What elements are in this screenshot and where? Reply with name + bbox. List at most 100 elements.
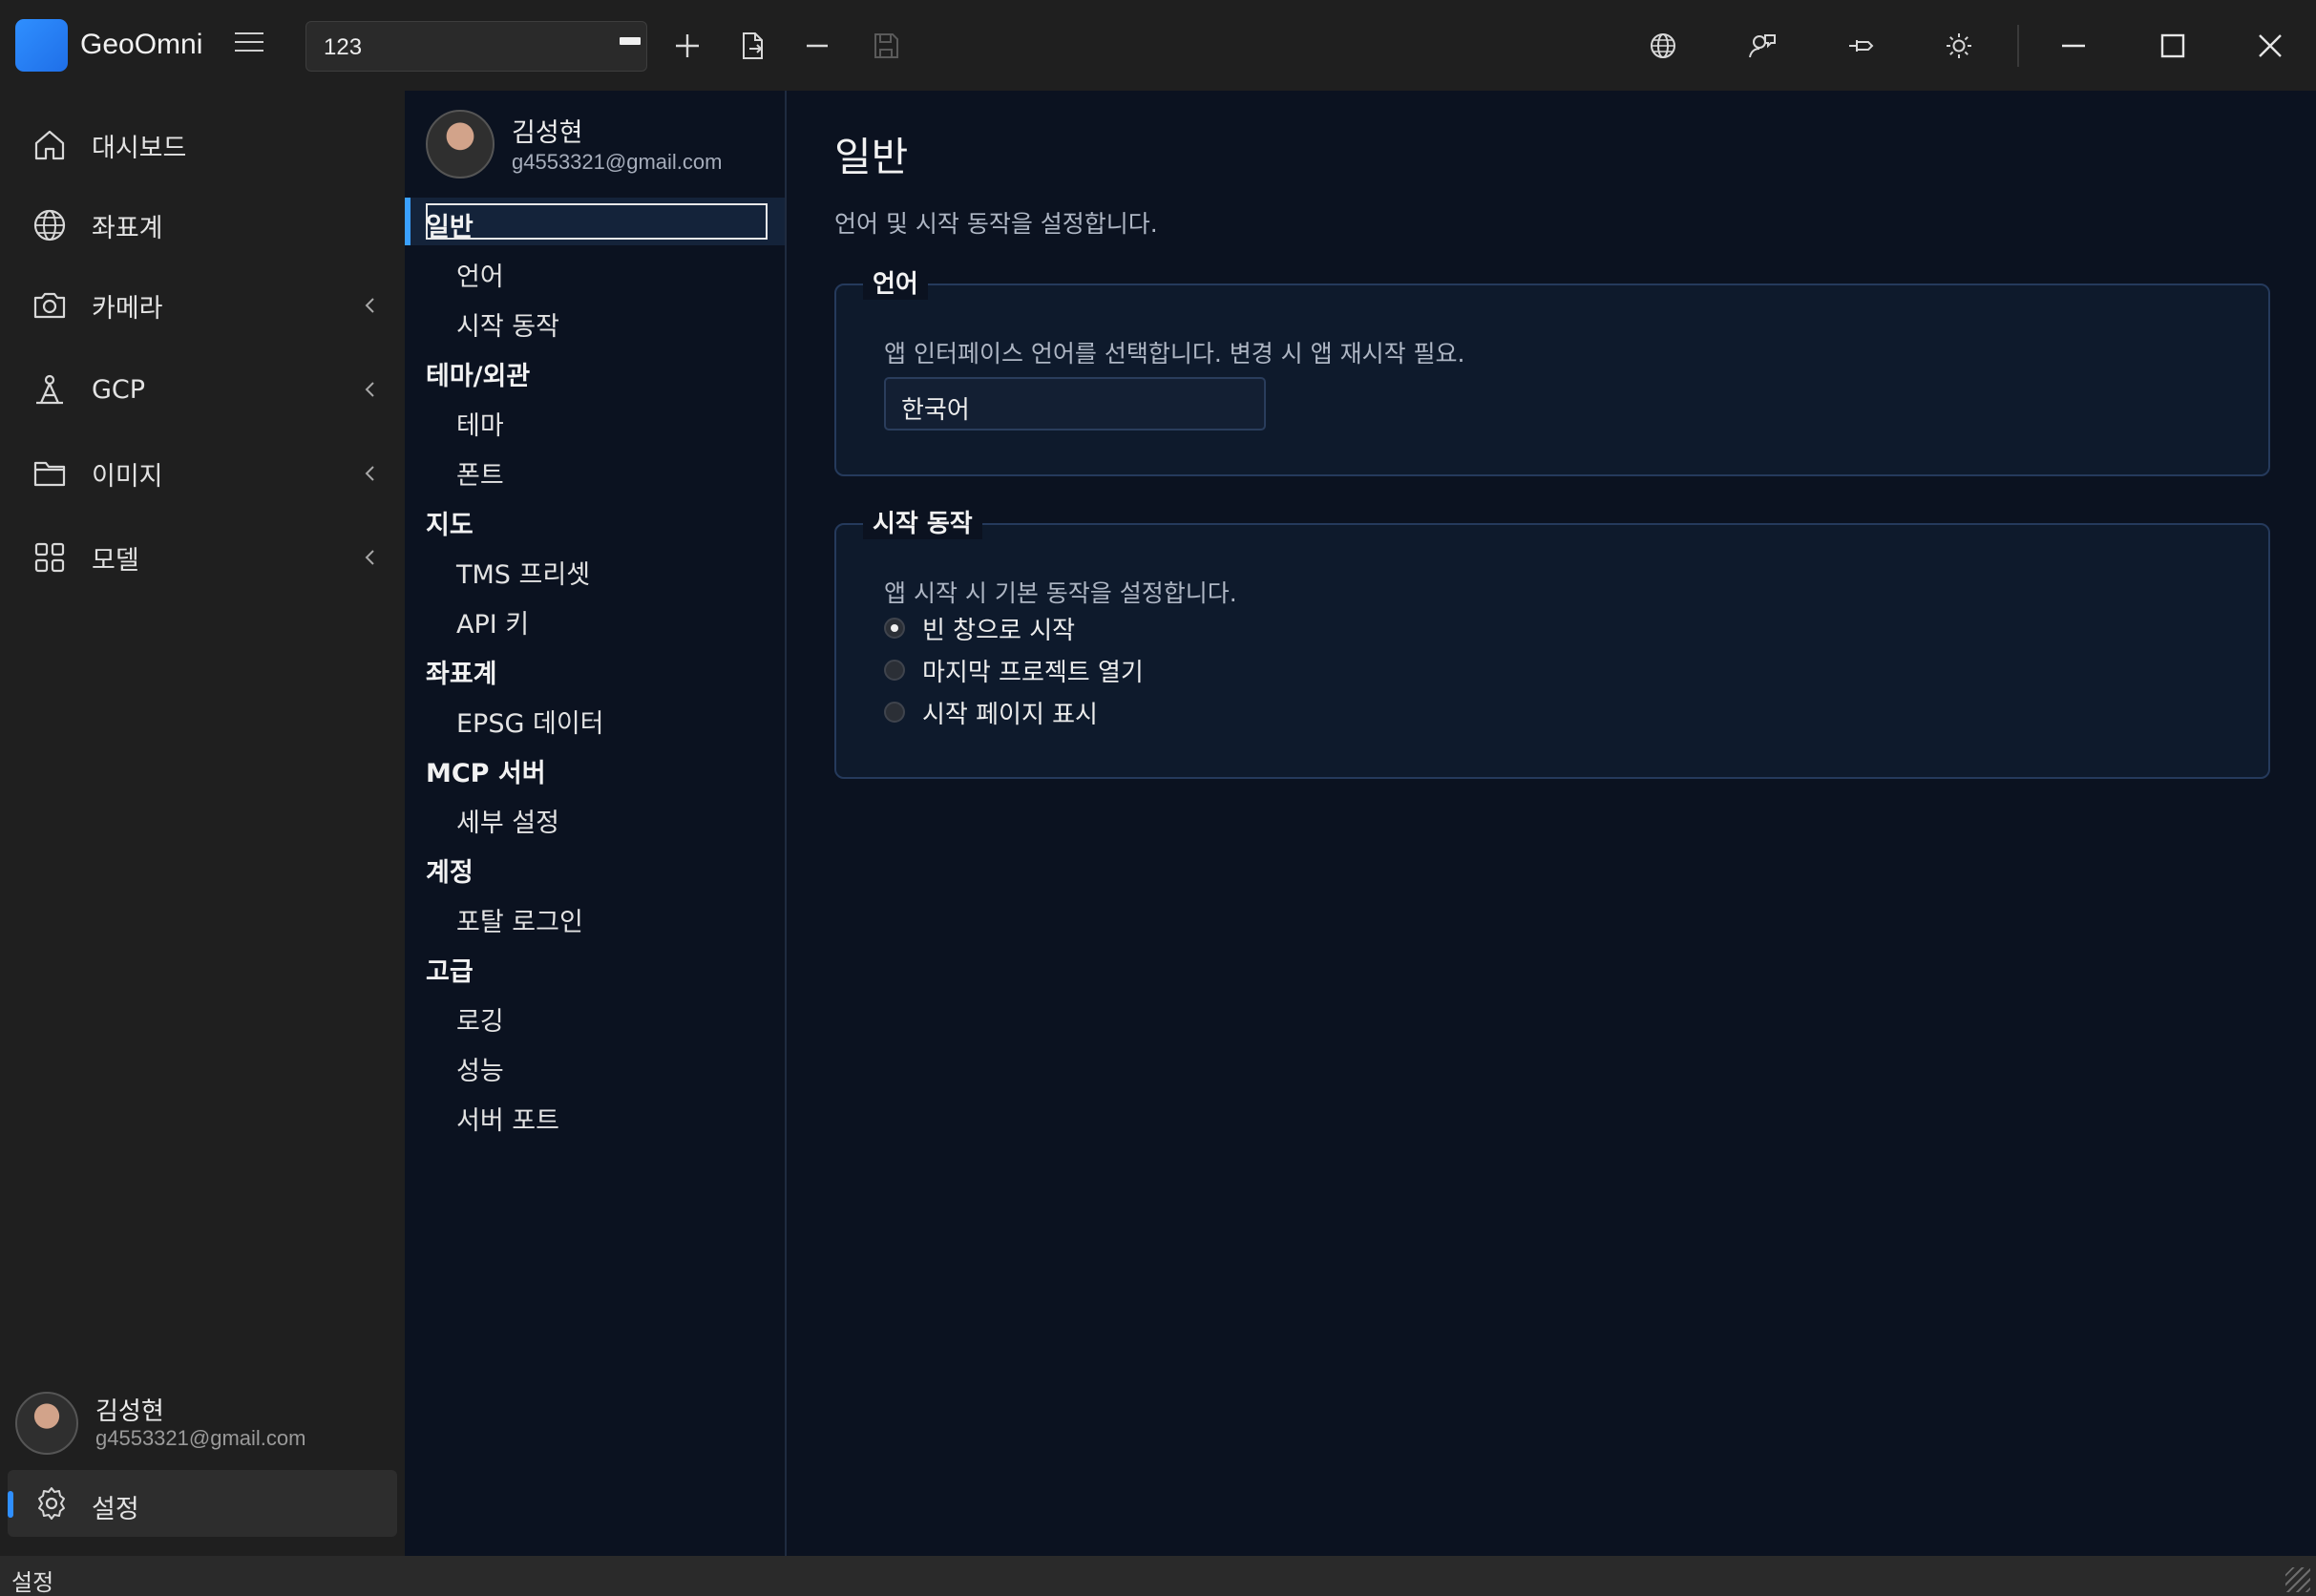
group-description: 앱 시작 시 기본 동작을 설정합니다. — [884, 579, 1237, 607]
nav-item-dashboard[interactable]: 대시보드 — [0, 112, 405, 178]
maximize-button[interactable] — [2152, 25, 2194, 67]
close-project-button[interactable] — [796, 25, 838, 67]
maximize-icon — [2160, 33, 2185, 58]
language-button[interactable] — [1642, 25, 1684, 67]
close-window-button[interactable] — [2249, 25, 2291, 67]
tree-section-general[interactable]: 일반 — [426, 206, 474, 243]
radio-start-empty[interactable]: 빈 창으로 시작 — [884, 609, 1075, 647]
pin-icon — [1849, 40, 1874, 52]
nav-item-images[interactable]: 이미지 — [0, 440, 405, 507]
title-bar: GeoOmni 123 — [0, 0, 2316, 91]
chevron-left-icon — [365, 298, 374, 313]
nav-item-coordinate-system[interactable]: 좌표계 — [0, 192, 405, 259]
nav-item-label: 이미지 — [92, 461, 163, 492]
folder-icon — [33, 461, 66, 487]
tree-user-name: 김성현 — [512, 118, 583, 148]
language-group: 언어 앱 인터페이스 언어를 선택합니다. 변경 시 앱 재시작 필요. 한국어 — [834, 264, 2270, 476]
globe-icon — [1651, 33, 1675, 58]
app-logo — [15, 19, 68, 72]
radio-button[interactable] — [884, 660, 905, 681]
radio-show-start-page[interactable]: 시작 페이지 표시 — [884, 693, 1098, 731]
save-icon — [874, 33, 898, 58]
tree-item-detail-settings[interactable]: 세부 설정 — [456, 802, 559, 839]
user-email: g4553321@gmail.com — [95, 1426, 306, 1450]
tree-section-theme[interactable]: 테마/외관 — [426, 355, 530, 392]
tree-section-mcp-server[interactable]: MCP 서버 — [426, 752, 546, 789]
title-bar-divider — [2017, 25, 2019, 67]
close-icon — [2259, 34, 2282, 57]
project-name-value: 123 — [324, 34, 363, 60]
grid-icon — [34, 542, 65, 573]
tree-section-advanced[interactable]: 고급 — [426, 951, 474, 988]
group-description: 앱 인터페이스 언어를 선택합니다. 변경 시 앱 재시작 필요. — [884, 340, 1465, 368]
language-select[interactable]: 한국어 — [884, 377, 1266, 430]
nav-item-models[interactable]: 모델 — [0, 524, 405, 591]
nav-item-label: 좌표계 — [92, 213, 163, 243]
settings-content: 일반 언어 및 시작 동작을 설정합니다. 언어 앱 인터페이스 언어를 선택합… — [787, 91, 2316, 1556]
new-project-button[interactable] — [666, 25, 708, 67]
nav-item-gcp[interactable]: GCP — [0, 356, 405, 423]
nav-item-settings[interactable]: 설정 — [8, 1470, 397, 1537]
tree-user-email: g4553321@gmail.com — [512, 150, 723, 174]
settings-tree: 김성현 g4553321@gmail.com 일반 언어 시작 동작 테마/외관… — [405, 91, 787, 1556]
status-text: 설정 — [11, 1569, 54, 1596]
tree-item-epsg-data[interactable]: EPSG 데이터 — [456, 703, 604, 740]
tree-item-font[interactable]: 폰트 — [456, 454, 504, 492]
nav-item-camera[interactable]: 카메라 — [0, 272, 405, 339]
tree-item-portal-login[interactable]: 포탈 로그인 — [456, 901, 583, 938]
open-file-button[interactable] — [731, 25, 773, 67]
radio-button[interactable] — [884, 702, 905, 723]
plus-icon — [676, 34, 699, 57]
minimize-icon — [2062, 44, 2085, 48]
chevron-left-icon — [365, 550, 374, 565]
tree-item-server-port[interactable]: 서버 포트 — [456, 1100, 559, 1137]
tree-item-tms-preset[interactable]: TMS 프리셋 — [456, 554, 590, 591]
gear-icon — [38, 1487, 65, 1520]
tree-item-logging[interactable]: 로깅 — [456, 1000, 504, 1038]
status-bar: 설정 — [0, 1556, 2316, 1596]
user-name: 김성현 — [95, 1397, 164, 1426]
user-profile[interactable]: 김성현 g4553321@gmail.com — [15, 1384, 397, 1465]
radio-label: 빈 창으로 시작 — [922, 616, 1076, 645]
radio-label: 마지막 프로젝트 열기 — [922, 658, 1144, 687]
nav-item-label: 모델 — [92, 545, 139, 576]
tree-section-coordinate-system[interactable]: 좌표계 — [426, 653, 497, 690]
feedback-button[interactable] — [1741, 25, 1783, 67]
sun-icon — [1947, 33, 1971, 58]
group-legend: 시작 동작 — [863, 504, 982, 539]
tree-item-startup[interactable]: 시작 동작 — [456, 305, 559, 343]
project-name-field[interactable]: 123 — [305, 21, 647, 72]
left-navigation: 대시보드 좌표계 카메라 GCP 이미지 모델 김성현 g4553321@gma… — [0, 91, 405, 1556]
file-export-icon — [743, 32, 763, 59]
field-minus-icon[interactable] — [620, 37, 641, 45]
focus-rect — [426, 203, 768, 240]
tree-section-account[interactable]: 계정 — [426, 851, 474, 889]
save-button[interactable] — [865, 25, 907, 67]
camera-icon — [33, 292, 66, 319]
selection-indicator — [405, 198, 411, 245]
tree-item-language[interactable]: 언어 — [456, 256, 504, 293]
tree-item-theme[interactable]: 테마 — [456, 405, 504, 442]
nav-item-label: 카메라 — [92, 293, 163, 324]
resize-grip-icon[interactable] — [2285, 1567, 2310, 1592]
radio-label: 시작 페이지 표시 — [922, 700, 1098, 729]
theme-toggle-button[interactable] — [1938, 25, 1980, 67]
minimize-button[interactable] — [2053, 25, 2095, 67]
tree-section-map[interactable]: 지도 — [426, 504, 474, 541]
chevron-left-icon — [365, 466, 374, 481]
minus-icon — [807, 44, 828, 48]
page-title: 일반 — [834, 134, 909, 180]
nav-item-label: 대시보드 — [92, 133, 187, 163]
radio-open-last-project[interactable]: 마지막 프로젝트 열기 — [884, 651, 1144, 689]
tree-item-performance[interactable]: 성능 — [456, 1050, 504, 1087]
avatar — [15, 1392, 78, 1455]
chevron-left-icon — [365, 382, 374, 397]
pin-button[interactable] — [1841, 25, 1883, 67]
tree-item-api-key[interactable]: API 키 — [456, 603, 529, 640]
radio-button-checked[interactable] — [884, 618, 905, 639]
menu-icon[interactable] — [235, 32, 263, 57]
group-legend: 언어 — [863, 264, 928, 300]
nav-item-label: 설정 — [92, 1495, 139, 1524]
home-icon — [34, 130, 65, 160]
page-description: 언어 및 시작 동작을 설정합니다. — [834, 210, 1158, 238]
